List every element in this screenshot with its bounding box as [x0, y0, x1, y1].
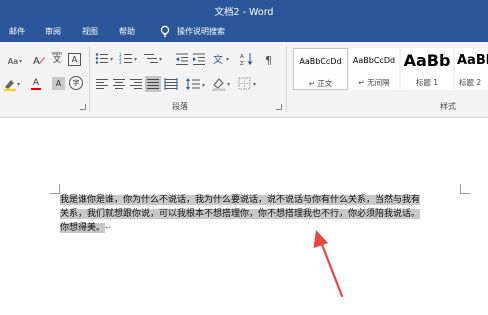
svg-text:¶: ¶ [265, 54, 272, 66]
svg-text:▾: ▾ [227, 81, 230, 88]
tell-me-search[interactable]: 操作说明搜索 [177, 26, 225, 37]
ribbon: Aa ▾ A wén 文 A ▾ A A 字 ▾ 1 2 3 ▾ ▾ 文 ▾ A… [0, 42, 488, 118]
title-bar: 文档2 - Word [0, 0, 488, 20]
text-line: 关系，我们就想跟你说，可以我根本不想搭理你，你不想搭理我也不行，你必须陪我说话。 [60, 208, 468, 222]
group-separator [89, 46, 90, 112]
style-heading-1-name: 标题 1 [415, 78, 439, 87]
svg-text:3: 3 [119, 60, 122, 65]
svg-text:▾: ▾ [110, 56, 113, 63]
line-spacing-icon[interactable]: ▾ [186, 78, 208, 91]
decrease-indent-icon[interactable] [175, 52, 189, 66]
margin-corner-top-left [50, 184, 60, 194]
bullets-icon[interactable]: ▾ [95, 52, 115, 66]
justify-icon[interactable] [145, 76, 161, 92]
margin-corner-top-right [460, 184, 470, 194]
text-line: 我是谁你是谁，你为什么不说话，我为什么要说话，说不说话与你有什么关系，当然与我有 [60, 194, 468, 208]
character-border-button[interactable]: A [68, 53, 81, 66]
paragraph-mark: ↵ [105, 223, 112, 232]
svg-text:A: A [240, 54, 244, 60]
svg-text:A: A [33, 56, 40, 67]
font-dialog-launcher[interactable] [80, 104, 86, 110]
tab-review[interactable]: 审阅 [45, 26, 61, 37]
font-color-label: A [32, 78, 40, 88]
change-case-label: Aa [7, 56, 19, 66]
font-color-button[interactable]: A [26, 77, 46, 91]
svg-text:▾: ▾ [226, 56, 229, 63]
align-center-icon[interactable] [112, 78, 126, 90]
numbering-icon[interactable]: 1 2 3 ▾ [119, 52, 139, 66]
character-shading-label: A [55, 79, 62, 88]
style-heading-1[interactable]: AaBb 标题 1 [401, 48, 453, 90]
svg-text:▾: ▾ [134, 56, 137, 63]
character-shading-button[interactable]: A [52, 77, 65, 90]
multilevel-list-icon[interactable]: ▾ [143, 52, 165, 66]
enclose-characters-label: 字 [72, 79, 80, 87]
svg-text:▾: ▾ [253, 81, 256, 88]
window-title: 文档2 - Word [214, 7, 274, 18]
ribbon-tabs: 邮件 审阅 视图 帮助 操作说明搜索 [0, 20, 488, 42]
style-heading-1-sample: AaBb [403, 51, 451, 70]
change-case-button[interactable]: Aa ▾ [2, 54, 28, 68]
paragraph-shading-icon[interactable]: ▾ [212, 77, 234, 91]
style-no-spacing-name: ↵ 无间隔 [358, 78, 390, 87]
font-color-swatch [31, 88, 41, 90]
styles-group-label: 样式 [440, 102, 456, 111]
sort-icon[interactable]: AZ [240, 52, 254, 66]
document-body[interactable]: 我是谁你是谁，你为什么不说话，我为什么要说话，说不说话与你有什么关系，当然与我有… [60, 194, 468, 236]
distributed-icon[interactable] [164, 78, 178, 90]
increase-indent-icon[interactable] [192, 52, 206, 66]
tab-view[interactable]: 视图 [82, 26, 98, 37]
align-left-icon[interactable] [95, 78, 109, 90]
selected-text: 你想得美。 [60, 223, 106, 233]
style-heading-2-sample: AaBb [457, 53, 488, 68]
borders-icon[interactable]: ▾ [238, 77, 260, 91]
svg-text:▾: ▾ [17, 81, 20, 88]
style-heading-2-name: 标题 2 [459, 78, 482, 87]
style-heading-2[interactable]: AaBb 标题 2 [455, 48, 488, 90]
selected-text: 我是谁你是谁，你为什么不说话，我为什么要说话，说不说话与你有什么关系，当然与我有 [60, 195, 421, 205]
lightbulb-icon[interactable] [158, 24, 172, 38]
selected-text: 关系，我们就想跟你说，可以我根本不想搭理你，你不想搭理我也不行，你必须陪我说话。 [60, 208, 421, 219]
text-line: 你想得美。↵ [60, 221, 468, 236]
style-no-spacing-sample: AaBbCcDd [352, 56, 396, 65]
clear-formatting-icon[interactable]: A [32, 53, 46, 67]
character-border-label: A [71, 55, 78, 64]
style-normal-sample: AaBbCcDd [299, 57, 342, 66]
svg-text:Z: Z [240, 61, 244, 66]
show-formatting-marks-icon[interactable]: ¶ [263, 52, 277, 66]
paragraph-group-label: 段落 [172, 102, 188, 111]
style-normal[interactable]: AaBbCcDd ↵ 正文 [293, 48, 348, 90]
svg-text:▾: ▾ [202, 82, 205, 89]
tab-help[interactable]: 帮助 [119, 26, 135, 37]
phonetic-guide-button[interactable]: wén 文 [49, 50, 65, 64]
paragraph-dialog-launcher[interactable] [276, 104, 282, 110]
group-separator [286, 46, 287, 112]
asian-layout-icon[interactable]: 文 ▾ [213, 52, 235, 66]
style-no-spacing[interactable]: AaBbCcDd ↵ 无间隔 [349, 48, 399, 90]
svg-text:文: 文 [213, 53, 223, 66]
style-normal-name: ↵ 正文 [308, 79, 333, 88]
enclose-characters-button[interactable]: 字 [69, 76, 83, 90]
align-right-icon[interactable] [129, 78, 143, 90]
phonetic-char: 文 [53, 55, 61, 64]
tab-mailings[interactable]: 邮件 [9, 26, 25, 37]
svg-text:▾: ▾ [159, 56, 162, 63]
highlight-color-icon[interactable]: ▾ [3, 77, 23, 91]
